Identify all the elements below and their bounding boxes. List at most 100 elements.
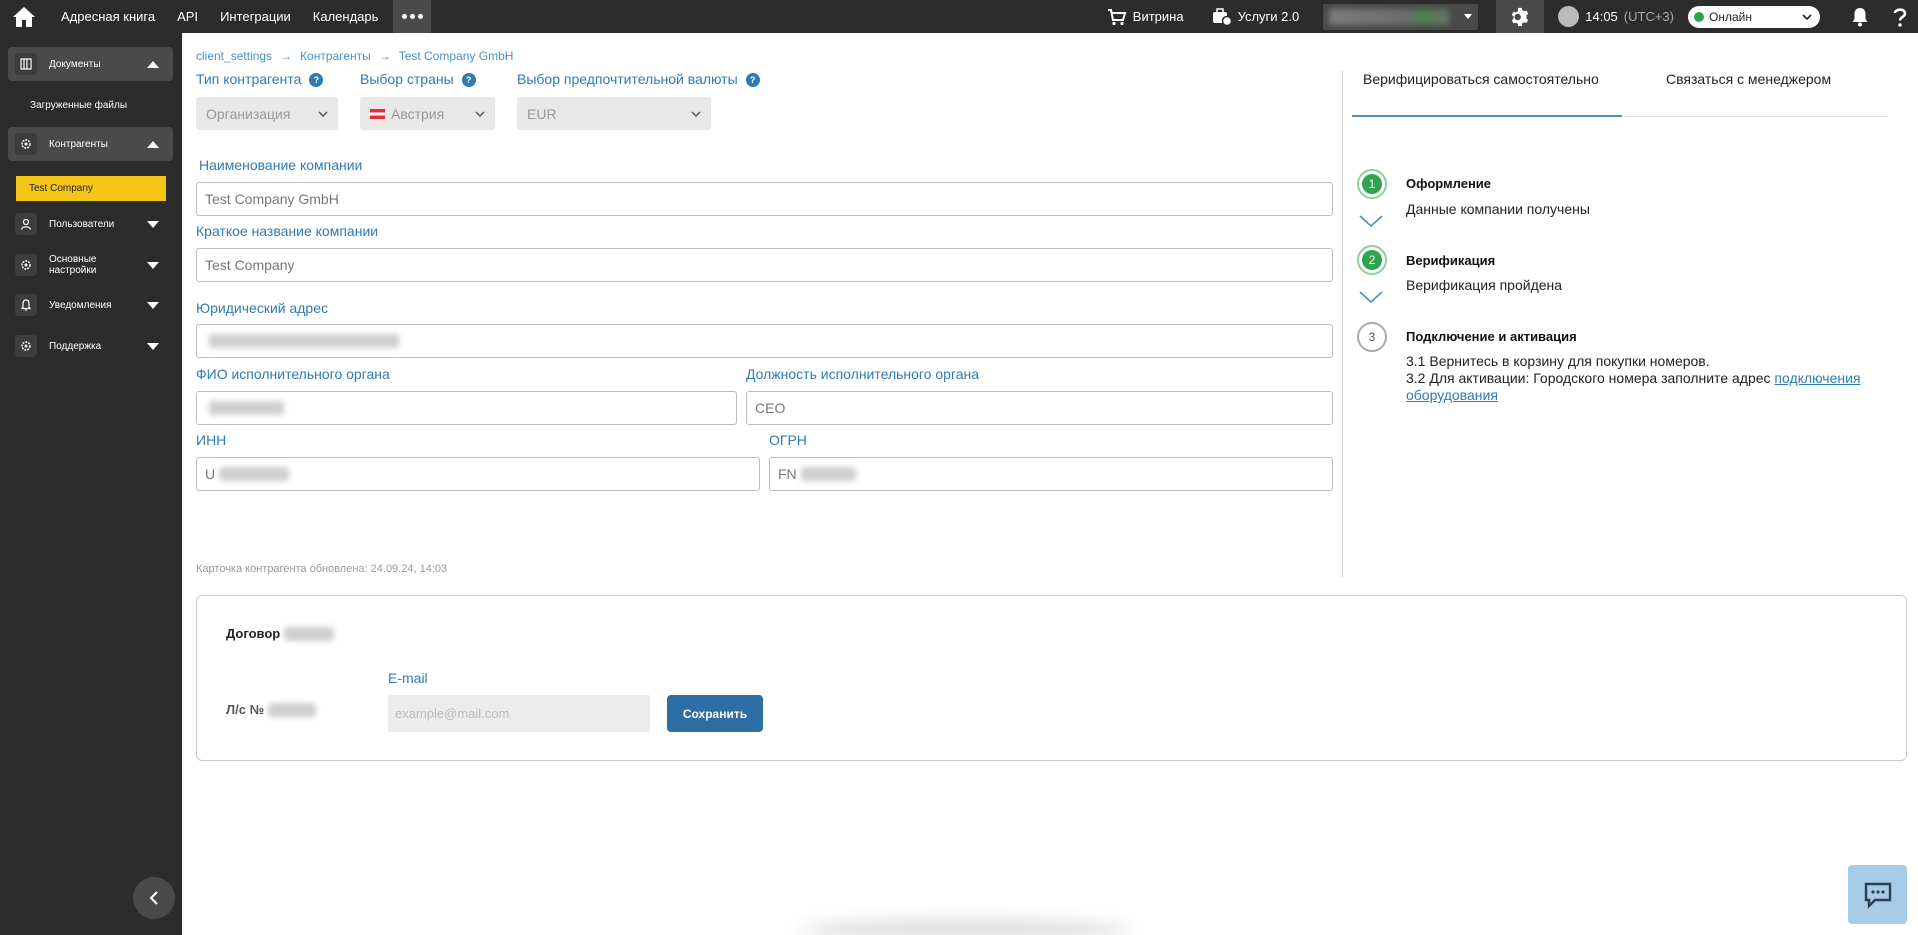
timezone: (UTC+3) xyxy=(1623,9,1674,24)
settings-gear-button[interactable] xyxy=(1496,0,1545,33)
account-select[interactable] xyxy=(1323,3,1479,30)
home-icon[interactable] xyxy=(0,0,48,33)
sidebar-item-label: Пользователи xyxy=(49,218,115,230)
counterparty-type-label: Тип контрагента? xyxy=(196,71,324,87)
redacted-value xyxy=(209,334,399,348)
sidebar-item-label: Поддержка xyxy=(49,340,102,352)
step-3-title: Подключение и активация xyxy=(1406,329,1577,344)
save-button[interactable]: Сохранить xyxy=(667,695,763,732)
currency-label: Выбор предпочтительной валюты? xyxy=(517,71,760,87)
legal-address-field[interactable] xyxy=(196,324,1333,358)
tab-divider xyxy=(1622,116,1888,117)
austria-flag-icon xyxy=(370,108,385,119)
ogrn-field[interactable]: FN xyxy=(769,457,1333,491)
more-menu-button[interactable] xyxy=(393,0,432,33)
more-icon xyxy=(401,14,423,19)
current-time: 14:05 xyxy=(1585,9,1618,24)
sidebar-item-notifications[interactable]: Уведомления xyxy=(8,288,173,322)
step-2-desc: Верификация пройдена xyxy=(1406,277,1563,293)
redacted-value xyxy=(284,626,335,641)
nav-calendar[interactable]: Календарь xyxy=(302,9,390,24)
gear-icon xyxy=(1512,7,1529,26)
vertical-divider xyxy=(1342,71,1343,577)
step-3-indicator: 3 xyxy=(1357,322,1387,352)
showcase-button[interactable]: Витрина xyxy=(1093,8,1198,26)
redacted-value xyxy=(268,702,317,717)
sidebar-subitem-company[interactable]: Test Company xyxy=(16,176,166,201)
user-icon xyxy=(15,213,37,235)
currency-select[interactable]: EUR xyxy=(517,97,711,130)
active-tab-indicator xyxy=(1352,115,1622,117)
help-icon[interactable]: ? xyxy=(309,73,324,87)
executive-position-field[interactable]: CEO xyxy=(746,391,1333,425)
step-2-title: Верификация xyxy=(1406,253,1496,268)
user-menu[interactable]: 14:05 (UTC+3) xyxy=(1544,6,1684,27)
legal-address-label: Юридический адрес xyxy=(196,300,329,316)
chevron-left-icon xyxy=(149,891,158,905)
caret-down-icon xyxy=(1464,14,1473,19)
sidebar-item-label: Основные настройки xyxy=(49,254,97,276)
account-number: Л/с № xyxy=(226,702,317,717)
breadcrumb-current: Test Company GmbH xyxy=(398,49,514,63)
sidebar-item-label: Документы xyxy=(49,58,101,70)
nav-integrations[interactable]: Интеграции xyxy=(209,9,302,24)
country-select[interactable]: Австрия xyxy=(360,97,495,130)
help-button[interactable] xyxy=(1882,7,1918,27)
services-button[interactable]: Услуги 2.0 xyxy=(1198,7,1314,26)
sidebar-item-label: Уведомления xyxy=(49,299,112,311)
services-label: Услуги 2.0 xyxy=(1237,9,1300,24)
tab-contact-manager[interactable]: Связаться с менеджером xyxy=(1666,71,1831,87)
step-1-title: Оформление xyxy=(1406,176,1492,191)
inn-field[interactable]: U xyxy=(196,457,760,491)
company-name-label: Наименование компании xyxy=(199,157,363,173)
breadcrumb-client-settings[interactable]: client_settings xyxy=(196,49,272,63)
redacted-value xyxy=(209,401,284,415)
documents-icon xyxy=(15,53,37,75)
services-icon xyxy=(1212,7,1232,26)
sidebar-item-main-settings[interactable]: Основные настройки xyxy=(8,248,173,282)
sidebar-item-documents[interactable]: Документы xyxy=(8,47,173,81)
nav-address-book[interactable]: Адресная книга xyxy=(50,9,166,24)
counterparty-type-select[interactable]: Организация xyxy=(196,97,338,130)
caret-up-icon xyxy=(147,140,159,148)
sidebar-item-counterparties[interactable]: Контрагенты xyxy=(8,127,173,161)
chevron-down-icon xyxy=(691,110,701,117)
sidebar-item-label: Контрагенты xyxy=(49,138,108,150)
email-label: E-mail xyxy=(388,670,428,686)
ogrn-label: ОГРН xyxy=(769,432,807,448)
chat-button[interactable] xyxy=(1848,865,1907,924)
redacted-footer xyxy=(800,920,1130,935)
country-label: Выбор страны? xyxy=(360,71,476,87)
breadcrumb: client_settings → Контрагенты → Test Com… xyxy=(196,49,513,63)
bell-icon xyxy=(15,294,37,316)
tab-self-verify[interactable]: Верифицироваться самостоятельно xyxy=(1363,71,1599,87)
short-name-field[interactable]: Test Company xyxy=(196,248,1333,282)
collapse-sidebar-button[interactable] xyxy=(133,877,175,919)
sidebar-item-support[interactable]: Поддержка xyxy=(8,329,173,363)
gear-icon xyxy=(15,254,37,276)
company-name-field[interactable]: Test Company GmbH xyxy=(196,182,1333,216)
breadcrumb-counterparties[interactable]: Контрагенты xyxy=(300,49,371,63)
gear-icon xyxy=(15,133,37,155)
executive-position-label: Должность исполнительного органа xyxy=(746,366,980,382)
notifications-bell-button[interactable] xyxy=(1838,7,1882,27)
email-field[interactable]: example@mail.com xyxy=(388,695,650,732)
status-select[interactable]: Онлайн xyxy=(1688,5,1820,28)
step-1-indicator: 1 xyxy=(1357,169,1387,199)
status-label: Онлайн xyxy=(1709,9,1752,24)
contract-title: Договор xyxy=(226,626,335,641)
help-icon[interactable]: ? xyxy=(745,73,760,87)
chevron-down-icon xyxy=(318,110,328,117)
chat-icon xyxy=(1864,882,1891,909)
sidebar-subitem-uploaded-files[interactable]: Загруженные файлы xyxy=(30,100,127,111)
caret-down-icon xyxy=(147,301,159,309)
caret-up-icon xyxy=(147,60,159,68)
caret-down-icon xyxy=(147,261,159,269)
executive-name-field[interactable] xyxy=(196,391,737,425)
help-icon[interactable]: ? xyxy=(461,73,476,87)
redacted-value xyxy=(219,467,290,481)
sidebar-item-users[interactable]: Пользователи xyxy=(8,207,173,241)
nav-api[interactable]: API xyxy=(166,9,209,24)
gear-icon xyxy=(15,335,37,357)
step-2-indicator: 2 xyxy=(1357,245,1387,275)
